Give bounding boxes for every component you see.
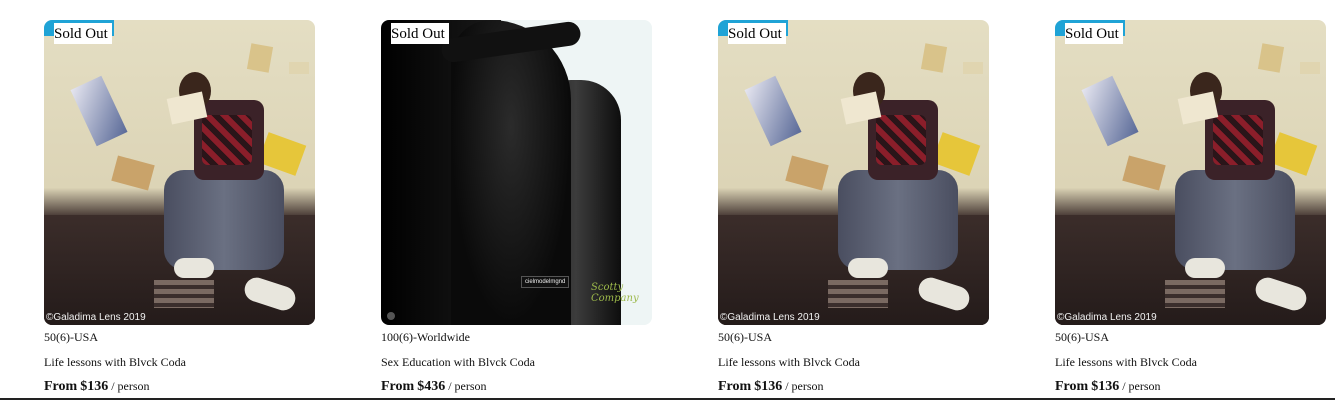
product-grid: ©Galadima Lens 2019 Sold Out 50(6)-USA L… (0, 0, 1335, 401)
product-location: 50(6)-USA (718, 330, 772, 344)
photo-watermark: ©Galadima Lens 2019 (1057, 312, 1157, 323)
price-amount: $136 (754, 379, 783, 394)
product-card[interactable]: cielmodelmgnd Scotty Company Sold Out 10… (381, 20, 652, 394)
product-location: 50(6)-USA (44, 330, 98, 344)
product-card[interactable]: ©Galadima Lens 2019 Sold Out 50(6)-USA L… (1055, 20, 1326, 394)
product-title[interactable]: Life lessons with Blvck Coda (44, 355, 186, 370)
product-title[interactable]: Life lessons with Blvck Coda (1055, 355, 1197, 370)
price-amount: $136 (1091, 379, 1120, 394)
product-image[interactable]: cielmodelmgnd Scotty Company Sold Out (381, 20, 652, 325)
product-price: From $436 / person (381, 379, 487, 395)
product-image[interactable]: ©Galadima Lens 2019 Sold Out (44, 20, 315, 325)
price-unit: / person (785, 379, 824, 393)
reading-man-photo: ©Galadima Lens 2019 (1055, 20, 1326, 325)
price-prefix: From (718, 379, 752, 394)
price-unit: / person (111, 379, 150, 393)
product-card[interactable]: ©Galadima Lens 2019 Sold Out 50(6)-USA L… (44, 20, 315, 394)
photo-watermark: ©Galadima Lens 2019 (46, 312, 146, 323)
price-amount: $136 (80, 379, 109, 394)
divider (0, 398, 1335, 400)
price-prefix: From (381, 379, 415, 394)
product-location: 50(6)-USA (1055, 330, 1109, 344)
product-title[interactable]: Sex Education with Blvck Coda (381, 355, 535, 370)
price-amount: $436 (417, 379, 446, 394)
product-price: From $136 / person (44, 379, 150, 395)
product-card[interactable]: ©Galadima Lens 2019 Sold Out 50(6)-USA L… (718, 20, 989, 394)
price-unit: / person (1122, 379, 1161, 393)
product-image[interactable]: ©Galadima Lens 2019 Sold Out (1055, 20, 1326, 325)
reading-man-photo: ©Galadima Lens 2019 (44, 20, 315, 325)
reading-man-photo: ©Galadima Lens 2019 (718, 20, 989, 325)
sold-out-badge: Sold Out (391, 23, 449, 44)
sold-out-badge: Sold Out (54, 23, 112, 44)
product-title[interactable]: Life lessons with Blvck Coda (718, 355, 860, 370)
couple-photo: cielmodelmgnd Scotty Company (381, 20, 652, 325)
sold-out-badge: Sold Out (1065, 23, 1123, 44)
price-prefix: From (44, 379, 78, 394)
product-price: From $136 / person (1055, 379, 1161, 395)
product-price: From $136 / person (718, 379, 824, 395)
sold-out-badge: Sold Out (728, 23, 786, 44)
price-unit: / person (448, 379, 487, 393)
user-icon (387, 312, 395, 320)
price-prefix: From (1055, 379, 1089, 394)
product-location: 100(6)-Worldwide (381, 330, 471, 344)
photo-signature: Scotty Company (591, 282, 639, 304)
photo-watermark: ©Galadima Lens 2019 (720, 312, 820, 323)
product-image[interactable]: ©Galadima Lens 2019 Sold Out (718, 20, 989, 325)
photo-tag: cielmodelmgnd (521, 276, 570, 288)
